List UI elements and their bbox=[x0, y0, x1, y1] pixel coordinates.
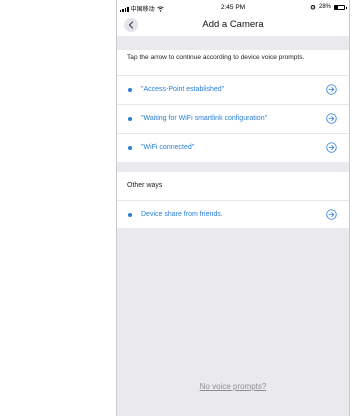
prompt-label: "Waiting for WiFi smartlink configuratio… bbox=[141, 115, 268, 122]
prompt-row-wifi-connected[interactable]: "WiFi connected" bbox=[117, 133, 349, 162]
device-share-label: Device share from friends. bbox=[141, 211, 223, 218]
status-bar: 中国移动 2:45 PM 28% bbox=[117, 0, 349, 14]
battery-level bbox=[335, 5, 338, 9]
phone-screen: 中国移动 2:45 PM 28% Add a Camera Tap the ar… bbox=[116, 0, 350, 416]
voice-prompts-section: Tap the arrow to continue according to d… bbox=[117, 50, 349, 162]
alarm-icon bbox=[310, 5, 316, 10]
bullet-dot bbox=[128, 88, 132, 92]
other-ways-section: Other ways Device share from friends. bbox=[117, 172, 349, 228]
battery-icon bbox=[334, 4, 347, 10]
no-voice-prompts-link[interactable]: No voice prompts? bbox=[117, 382, 349, 391]
prompt-row-access-point[interactable]: "Access-Point established" bbox=[117, 75, 349, 104]
page-title: Add a Camera bbox=[202, 19, 264, 30]
arrow-right-circle-icon[interactable] bbox=[326, 84, 337, 95]
bullet-dot bbox=[128, 213, 132, 217]
device-share-row[interactable]: Device share from friends. bbox=[117, 200, 349, 229]
arrow-right-circle-icon[interactable] bbox=[326, 209, 337, 220]
prompt-row-smartlink[interactable]: "Waiting for WiFi smartlink configuratio… bbox=[117, 104, 349, 133]
navigation-bar: Add a Camera bbox=[117, 14, 349, 36]
arrow-right-circle-icon[interactable] bbox=[326, 113, 337, 124]
bullet-dot bbox=[128, 117, 132, 121]
prompt-label: "Access-Point established" bbox=[141, 86, 225, 93]
section-title: Other ways bbox=[127, 182, 163, 189]
prompt-label: "WiFi connected" bbox=[141, 144, 195, 151]
arrow-right-circle-icon[interactable] bbox=[326, 142, 337, 153]
battery-percent: 28% bbox=[318, 4, 331, 10]
battery-info: 28% bbox=[310, 4, 347, 10]
bullet-dot bbox=[128, 146, 132, 150]
instructions-text: Tap the arrow to continue according to d… bbox=[127, 54, 305, 61]
